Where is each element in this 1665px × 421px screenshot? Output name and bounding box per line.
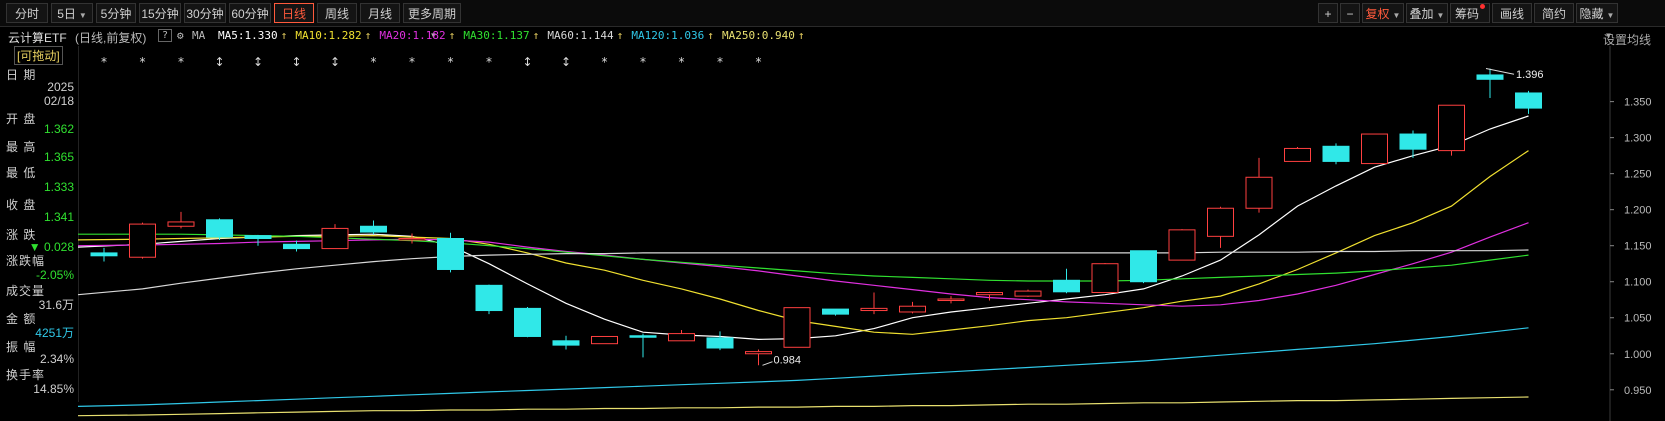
y-tick-label: 1.150 <box>1624 241 1652 253</box>
event-marker: ↕ <box>253 55 263 69</box>
candle-body <box>552 340 580 346</box>
event-marker: * <box>140 55 146 69</box>
candle-body <box>1053 279 1080 293</box>
candle-body <box>167 221 195 227</box>
candle-body <box>1130 250 1157 283</box>
candle-body <box>360 225 387 233</box>
event-marker: * <box>602 55 608 69</box>
y-tick-label: 1.350 <box>1624 97 1652 109</box>
ma-line-ma10 <box>77 150 1529 335</box>
event-marker: * <box>371 55 377 69</box>
candle-body <box>283 243 310 250</box>
candle-body <box>514 307 541 337</box>
candle-body <box>1438 104 1465 152</box>
candle-body <box>937 298 965 302</box>
candle-body <box>822 308 849 315</box>
event-marker: * <box>178 55 184 69</box>
candle-body <box>475 284 503 312</box>
y-tick-label: 1.100 <box>1624 277 1652 289</box>
candle-body <box>706 337 734 349</box>
event-marker: * <box>717 55 723 69</box>
candle-body <box>899 305 926 313</box>
candle-body <box>1245 176 1273 209</box>
candle-body <box>629 335 657 338</box>
y-tick-label: 1.000 <box>1624 349 1652 361</box>
candle-body <box>1207 207 1234 237</box>
candle-body <box>668 333 695 342</box>
candle-body <box>591 335 618 345</box>
candle-body <box>1476 74 1504 80</box>
candle-body <box>437 238 464 270</box>
event-marker: * <box>486 55 492 69</box>
candle-body <box>1361 133 1388 165</box>
candle-body <box>860 307 888 312</box>
event-marker: ↕ <box>214 55 224 69</box>
y-tick-label: 1.200 <box>1624 205 1652 217</box>
low-annotation-line <box>762 361 773 366</box>
candle-body <box>244 235 272 239</box>
candle-body <box>398 238 426 241</box>
candle-body <box>321 227 349 250</box>
event-marker: * <box>679 55 685 69</box>
y-tick-label: 0.950 <box>1624 385 1652 397</box>
candle-body <box>1091 263 1119 294</box>
event-marker: * <box>409 55 415 69</box>
event-marker: * <box>640 55 646 69</box>
candle-body <box>90 252 118 257</box>
event-marker: * <box>101 55 107 69</box>
high-annotation: 1.396 <box>1516 69 1544 81</box>
event-marker: * <box>756 55 762 69</box>
ma-line-ma60 <box>77 249 1529 296</box>
candle-body <box>783 307 811 348</box>
candle-body <box>1284 147 1311 162</box>
candle-body <box>1322 145 1350 162</box>
event-marker: ↕ <box>561 55 571 69</box>
candle-body <box>1399 133 1427 150</box>
candle-body <box>976 292 1003 296</box>
y-tick-label: 1.050 <box>1624 313 1652 325</box>
event-marker: ↕ <box>522 55 532 69</box>
candle-body <box>1515 92 1542 109</box>
candle-body <box>745 351 772 355</box>
candle-body <box>206 219 233 238</box>
low-annotation: 0.984 <box>774 355 802 367</box>
y-tick-label: 1.300 <box>1624 133 1652 145</box>
y-tick-label: 1.250 <box>1624 169 1652 181</box>
candlestick-chart[interactable]: 1.350 1.300 1.250 1.200 1.150 1.100 1.050 1.000… <box>0 0 1665 421</box>
event-marker: ↕ <box>330 55 340 69</box>
candle-body <box>129 223 156 258</box>
candle-body <box>1014 290 1042 297</box>
candle-body <box>1168 229 1196 261</box>
event-marker: ↕ <box>291 55 301 69</box>
event-marker: * <box>448 55 454 69</box>
